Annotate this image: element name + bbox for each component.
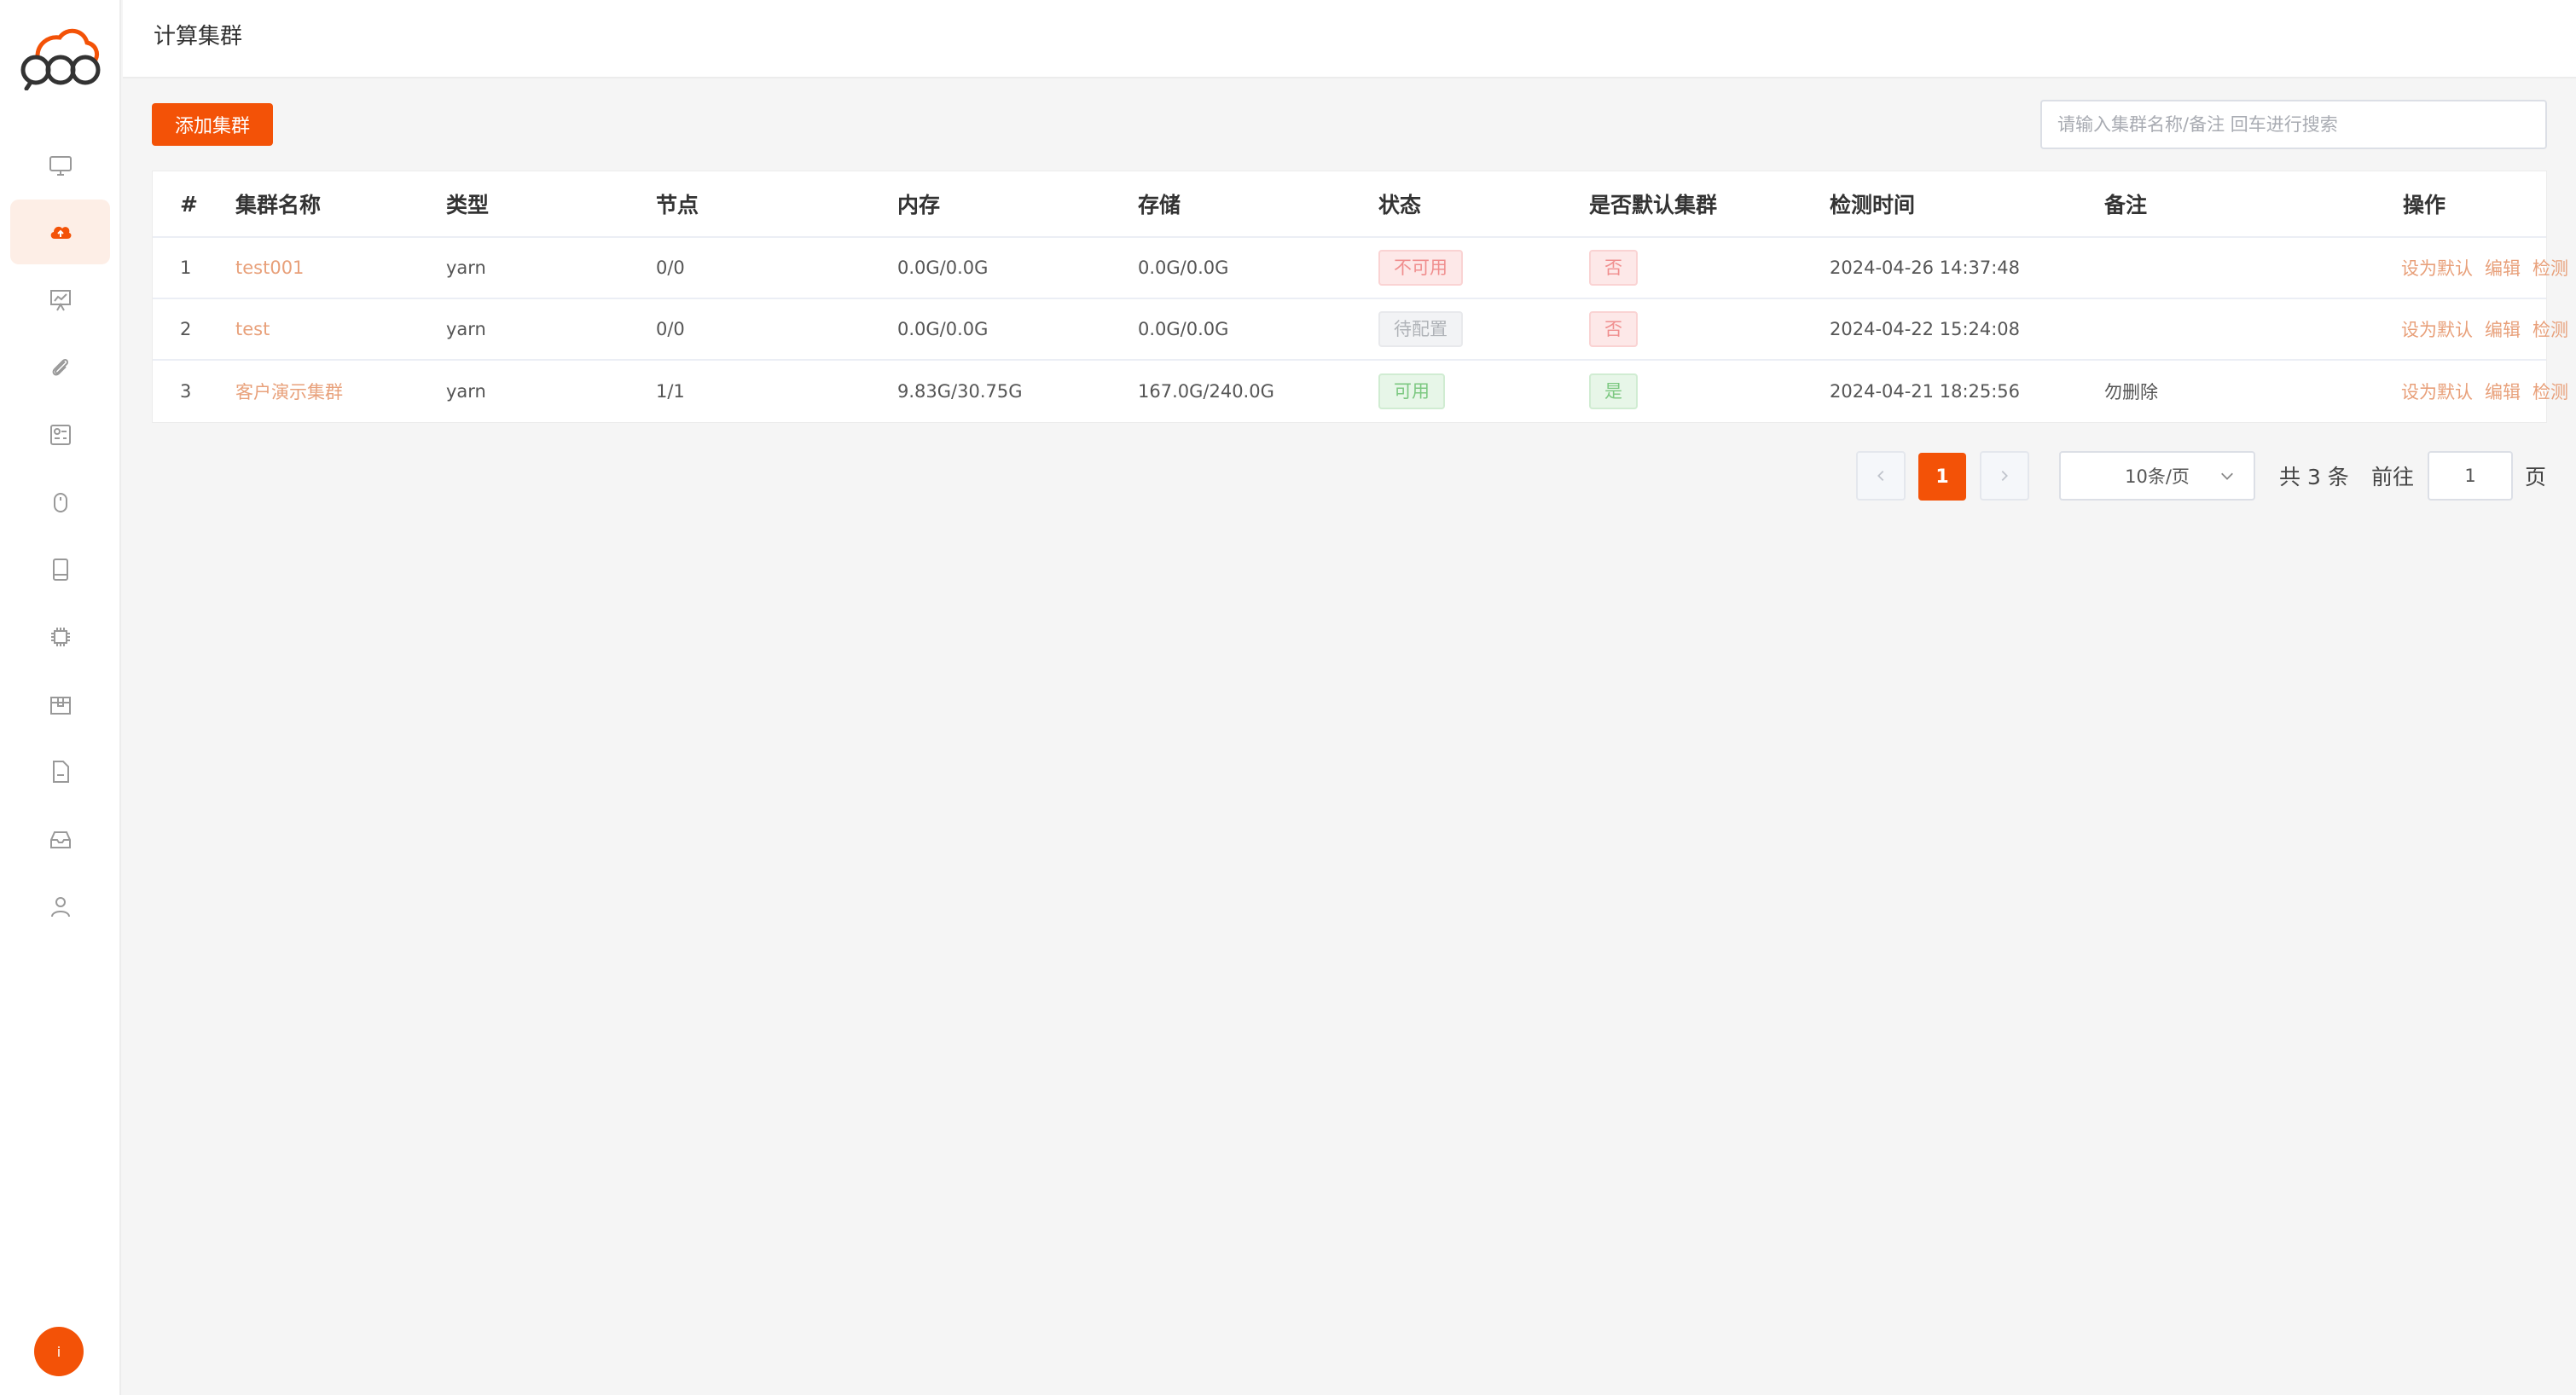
user-icon	[50, 897, 70, 917]
tablet-icon	[52, 559, 68, 581]
sidebar-item-device[interactable]	[10, 470, 110, 535]
edit-button[interactable]: 编辑	[2485, 379, 2521, 404]
paperclip-icon	[52, 358, 68, 376]
app-logo[interactable]	[19, 22, 102, 91]
page-title: 计算集群	[154, 24, 243, 49]
check-button[interactable]: 检测	[2532, 255, 2568, 281]
default-badge: 否	[1589, 250, 1638, 286]
sidebar-item-user[interactable]	[10, 874, 110, 939]
check-button[interactable]: 检测	[2532, 379, 2568, 404]
chevron-left-icon	[1877, 470, 1884, 482]
sidebar-item-attachments[interactable]	[10, 335, 110, 400]
cluster-storage: 0.0G/0.0G	[1138, 319, 1229, 339]
sidebar-item-settings[interactable]	[10, 402, 110, 467]
header: 计算集群	[123, 0, 2576, 78]
row-index: 3	[180, 381, 192, 402]
sidebar-item-dashboard[interactable]	[10, 268, 110, 333]
inbox-icon	[49, 831, 71, 848]
default-badge: 否	[1589, 311, 1638, 347]
search-input[interactable]	[2040, 100, 2547, 149]
cpu-icon	[50, 628, 70, 646]
avatar[interactable]: i	[34, 1327, 84, 1376]
cluster-memory: 0.0G/0.0G	[897, 258, 989, 278]
cluster-nodes: 1/1	[656, 381, 685, 402]
mouse-icon	[53, 493, 67, 512]
cluster-table: # 集群名称 类型 节点 内存 存储 状态 是否默认集群 检测时间 备注 操作 …	[152, 171, 2568, 423]
table-row: 3 客户演示集群 yarn 1/1 9.83G/30.75G 167.0G/24…	[153, 361, 2568, 422]
cluster-type: yarn	[446, 381, 486, 402]
sidebar-item-packages[interactable]	[10, 672, 110, 737]
status-badge: 不可用	[1378, 250, 1463, 286]
column-header-default: 是否默认集群	[1589, 193, 1718, 217]
sidebar-item-documents[interactable]	[10, 739, 110, 804]
cluster-type: yarn	[446, 258, 486, 278]
set-default-button[interactable]: 设为默认	[2401, 316, 2473, 342]
sidebar-item-compute[interactable]	[10, 605, 110, 669]
sidebar-item-inbox[interactable]	[10, 807, 110, 871]
document-icon	[52, 761, 69, 783]
set-default-button[interactable]: 设为默认	[2401, 255, 2473, 281]
add-cluster-button[interactable]: 添加集群	[152, 103, 273, 146]
box-icon	[49, 697, 71, 715]
row-index: 2	[180, 319, 192, 339]
column-header-remark: 备注	[2104, 193, 2148, 217]
edit-button[interactable]: 编辑	[2485, 316, 2521, 342]
column-header-actions: 操作	[2403, 193, 2446, 217]
default-badge: 是	[1589, 373, 1638, 409]
edit-button[interactable]: 编辑	[2485, 255, 2521, 281]
settings-panel-icon	[49, 425, 71, 445]
column-header-memory: 内存	[897, 193, 941, 217]
goto-label: 前往	[2371, 465, 2415, 489]
cluster-type: yarn	[446, 319, 486, 339]
page-suffix: 页	[2525, 465, 2547, 489]
prev-page-button[interactable]	[1856, 451, 1906, 501]
column-header-check-time: 检测时间	[1830, 193, 1916, 217]
goto-page-input[interactable]	[2428, 451, 2513, 501]
set-default-button[interactable]: 设为默认	[2401, 379, 2473, 404]
cluster-name-link[interactable]: 客户演示集群	[235, 379, 343, 404]
cluster-memory: 9.83G/30.75G	[897, 381, 1023, 402]
next-page-button[interactable]	[1980, 451, 2029, 501]
status-badge: 可用	[1378, 373, 1445, 409]
presentation-icon	[49, 290, 71, 311]
cluster-storage: 0.0G/0.0G	[1138, 258, 1229, 278]
table-row: 2 test yarn 0/0 0.0G/0.0G 0.0G/0.0G 待配置 …	[153, 299, 2568, 361]
column-header-storage: 存储	[1138, 193, 1181, 217]
column-header-nodes: 节点	[656, 193, 699, 217]
monitor-icon	[49, 156, 72, 176]
sidebar-item-cluster[interactable]	[10, 200, 110, 264]
column-header-name: 集群名称	[235, 193, 322, 217]
cluster-nodes: 0/0	[656, 319, 685, 339]
cluster-name-link[interactable]: test001	[235, 258, 304, 278]
total-count: 共 3 条	[2279, 465, 2349, 489]
check-button[interactable]: 检测	[2532, 316, 2568, 342]
row-actions: 设为默认 编辑 检测 删除	[2401, 238, 2576, 298]
chevron-right-icon	[2001, 470, 2008, 482]
sidebar: i	[0, 0, 121, 1395]
row-index: 1	[180, 258, 192, 278]
check-time: 2024-04-22 15:24:08	[1830, 319, 2021, 339]
cluster-memory: 0.0G/0.0G	[897, 319, 989, 339]
page-size-value: 10条/页	[2125, 466, 2190, 487]
page-number-current[interactable]: 1	[1918, 453, 1966, 501]
sidebar-item-mobile[interactable]	[10, 537, 110, 602]
cluster-nodes: 0/0	[656, 258, 685, 278]
check-time: 2024-04-26 14:37:48	[1830, 258, 2021, 278]
page-size-select[interactable]: 10条/页	[2059, 451, 2255, 501]
row-actions: 设为默认 编辑 检测 删除	[2401, 299, 2576, 359]
cloud-upload-icon	[50, 226, 71, 239]
column-header-status: 状态	[1378, 193, 1422, 217]
remark: 勿删除	[2104, 382, 2158, 402]
check-time: 2024-04-21 18:25:56	[1830, 381, 2021, 402]
column-header-index: #	[180, 191, 198, 217]
cluster-name-link[interactable]: test	[235, 319, 270, 339]
sidebar-item-monitor[interactable]	[10, 133, 110, 198]
cluster-storage: 167.0G/240.0G	[1138, 381, 1274, 402]
table-row: 1 test001 yarn 0/0 0.0G/0.0G 0.0G/0.0G 不…	[153, 238, 2568, 299]
row-actions: 设为默认 编辑 检测 删除	[2401, 361, 2576, 422]
status-badge: 待配置	[1378, 311, 1463, 347]
column-header-type: 类型	[446, 193, 490, 217]
table-header: # 集群名称 类型 节点 内存 存储 状态 是否默认集群 检测时间 备注 操作	[153, 171, 2546, 238]
chevron-down-icon	[2221, 472, 2233, 480]
